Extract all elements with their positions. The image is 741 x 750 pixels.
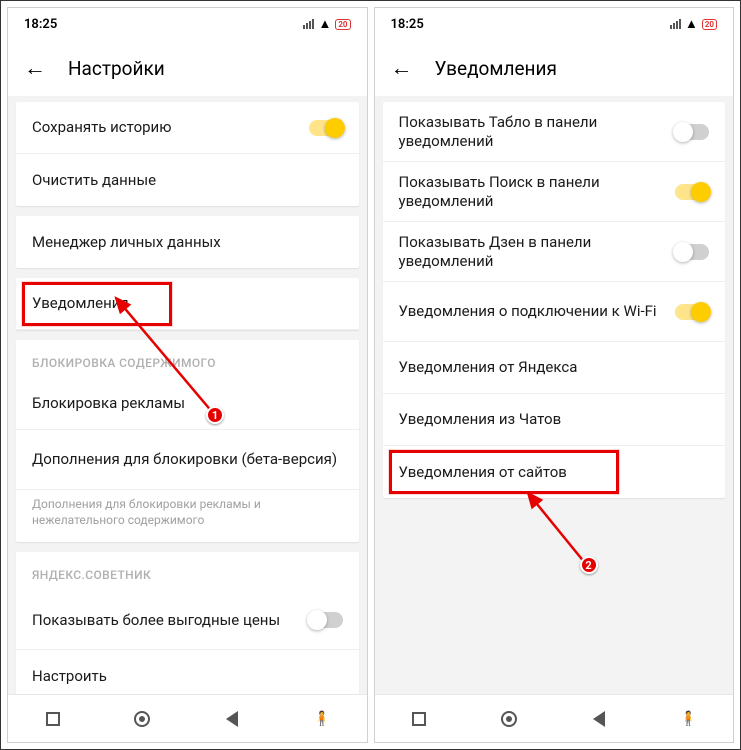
nav-home[interactable] <box>129 706 155 732</box>
row-configure[interactable]: Настроить <box>16 650 359 694</box>
row-search-panel[interactable]: Показывать Поиск в панели уведомлений <box>383 162 726 222</box>
status-time: 18:25 <box>24 17 57 32</box>
row-personal-data-manager[interactable]: Менеджер личных данных <box>16 216 359 268</box>
toggle-better-prices[interactable] <box>309 612 343 628</box>
label: Показывать Поиск в панели уведомлений <box>399 173 676 211</box>
row-yandex-notif[interactable]: Уведомления от Яндекса <box>383 342 726 394</box>
label: Показывать более выгодные цены <box>32 611 309 630</box>
toggle-wifi[interactable] <box>675 304 709 320</box>
label: Показывать Табло в панели уведомлений <box>399 113 676 151</box>
label: Уведомления о подключении к Wi-Fi <box>399 302 676 321</box>
battery-icon: 20 <box>702 19 717 30</box>
page-title: Настройки <box>68 57 165 80</box>
group-panels: Показывать Табло в панели уведомлений По… <box>383 102 726 498</box>
group-notifications: Уведомления <box>16 278 359 330</box>
android-nav-bar: 🧍 <box>8 694 367 742</box>
label: Уведомления от Яндекса <box>399 358 710 377</box>
back-button[interactable]: ← <box>24 55 46 81</box>
wifi-icon: ▲ <box>685 16 698 32</box>
nav-home[interactable] <box>496 706 522 732</box>
signal-icon <box>303 19 314 29</box>
row-save-history[interactable]: Сохранять историю <box>16 102 359 154</box>
comparison-container: 18:25 ▲ 20 ← Настройки Сохранять историю… <box>0 0 741 750</box>
annotation-badge-2: 2 <box>580 556 598 574</box>
row-wifi-notif[interactable]: Уведомления о подключении к Wi-Fi <box>383 282 726 342</box>
settings-list[interactable]: Сохранять историю Очистить данные Менедж… <box>8 96 367 694</box>
row-block-extensions[interactable]: Дополнения для блокировки (бета-версия) <box>16 430 359 490</box>
wifi-icon: ▲ <box>318 16 331 32</box>
nav-back[interactable] <box>219 706 245 732</box>
phone-right: 18:25 ▲ 20 ← Уведомления Показывать Табл… <box>374 7 735 743</box>
row-zen-panel[interactable]: Показывать Дзен в панели уведомлений <box>383 222 726 282</box>
toggle-tablo[interactable] <box>675 124 709 140</box>
nav-recent[interactable] <box>406 706 432 732</box>
group-blocking: БЛОКИРОВКА СОДЕРЖИМОГО Блокировка реклам… <box>16 340 359 542</box>
label: Блокировка рекламы <box>32 394 343 413</box>
battery-icon: 20 <box>335 19 350 30</box>
row-chat-notif[interactable]: Уведомления из Чатов <box>383 394 726 446</box>
row-ad-block[interactable]: Блокировка рекламы <box>16 378 359 430</box>
nav-recent[interactable] <box>40 706 66 732</box>
row-notifications[interactable]: Уведомления <box>16 278 359 330</box>
android-nav-bar: 🧍 <box>375 694 734 742</box>
status-icons: ▲ 20 <box>670 16 717 32</box>
group-advisor: ЯНДЕКС.СОВЕТНИК Показывать более выгодны… <box>16 552 359 694</box>
section-blocking-title: БЛОКИРОВКА СОДЕРЖИМОГО <box>16 340 359 378</box>
nav-accessibility[interactable]: 🧍 <box>675 706 701 732</box>
row-tablo-panel[interactable]: Показывать Табло в панели уведомлений <box>383 102 726 162</box>
label: Показывать Дзен в панели уведомлений <box>399 233 676 271</box>
label: Уведомления <box>32 294 343 313</box>
annotation-badge-1: 1 <box>206 406 224 424</box>
label: Настроить <box>32 667 343 686</box>
label: Сохранять историю <box>32 118 309 137</box>
app-header: ← Уведомления <box>375 40 734 96</box>
row-better-prices[interactable]: Показывать более выгодные цены <box>16 590 359 650</box>
phone-left: 18:25 ▲ 20 ← Настройки Сохранять историю… <box>7 7 368 743</box>
group-history: Сохранять историю Очистить данные <box>16 102 359 206</box>
section-advisor-title: ЯНДЕКС.СОВЕТНИК <box>16 552 359 590</box>
back-button[interactable]: ← <box>391 55 413 81</box>
group-personal: Менеджер личных данных <box>16 216 359 268</box>
notifications-list[interactable]: Показывать Табло в панели уведомлений По… <box>375 96 734 694</box>
signal-icon <box>670 19 681 29</box>
status-bar: 18:25 ▲ 20 <box>8 8 367 40</box>
nav-back[interactable] <box>586 706 612 732</box>
label: Очистить данные <box>32 171 343 190</box>
toggle-zen[interactable] <box>675 244 709 260</box>
app-header: ← Настройки <box>8 40 367 96</box>
row-clear-data[interactable]: Очистить данные <box>16 154 359 206</box>
block-desc: Дополнения для блокировки рекламы и неже… <box>16 490 359 542</box>
status-bar: 18:25 ▲ 20 <box>375 8 734 40</box>
label: Уведомления от сайтов <box>399 463 710 482</box>
label: Уведомления из Чатов <box>399 410 710 429</box>
label: Менеджер личных данных <box>32 233 343 252</box>
status-time: 18:25 <box>391 17 424 32</box>
page-title: Уведомления <box>435 57 557 80</box>
toggle-search[interactable] <box>675 184 709 200</box>
label: Дополнения для блокировки (бета-версия) <box>32 450 343 469</box>
nav-accessibility[interactable]: 🧍 <box>309 706 335 732</box>
row-site-notif[interactable]: Уведомления от сайтов <box>383 446 726 498</box>
status-icons: ▲ 20 <box>303 16 350 32</box>
toggle-save-history[interactable] <box>309 120 343 136</box>
